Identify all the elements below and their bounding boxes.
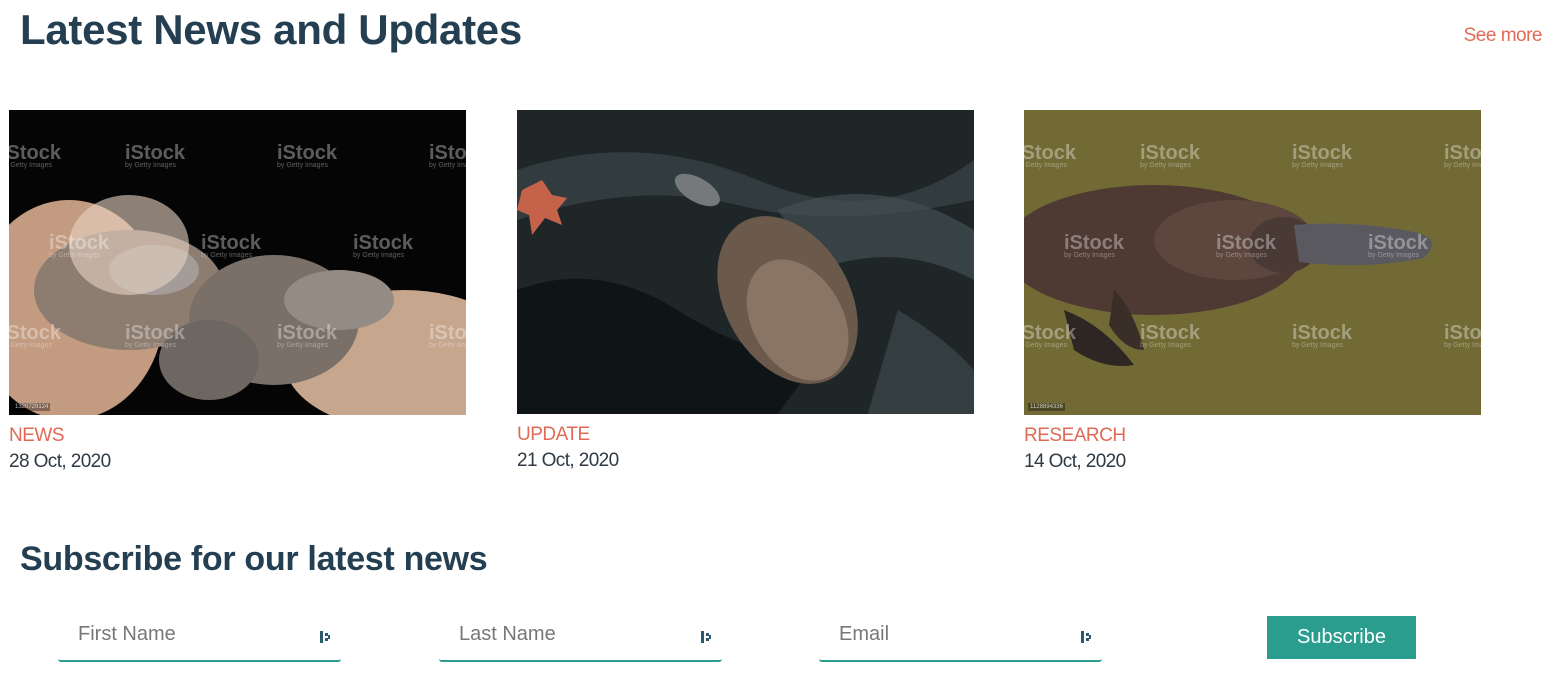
watermark: iStockby Getty Images (1024, 322, 1077, 349)
watermark: iStockby Getty Images (429, 142, 466, 169)
first-name-input[interactable] (58, 612, 341, 660)
news-card-date: 28 Oct, 2020 (9, 451, 111, 472)
news-card-category[interactable]: NEWS (9, 425, 466, 447)
email-input[interactable] (819, 612, 1102, 660)
subscribe-section-title: Subscribe for our latest news (20, 540, 488, 578)
watermark: iStockby Getty Images (1024, 142, 1077, 169)
news-card-category[interactable]: RESEARCH (1024, 425, 1481, 447)
news-section-title: Latest News and Updates (20, 6, 522, 53)
watermark: iStockby Getty Images (1064, 232, 1125, 259)
password-key-icon[interactable] (700, 630, 712, 644)
news-card[interactable]: iStockby Getty Images iStockby Getty Ima… (1024, 110, 1481, 473)
watermark: iStockby Getty Images (125, 142, 186, 169)
watermark: iStockby Getty Images (9, 322, 62, 349)
email-field (819, 612, 1102, 662)
watermark: iStockby Getty Images (1368, 232, 1429, 259)
watermark: iStockby Getty Images (1140, 322, 1201, 349)
news-card[interactable]: iStockby Getty Images iStockby Getty Ima… (9, 110, 466, 473)
last-name-input[interactable] (439, 612, 722, 660)
password-key-icon[interactable] (319, 630, 331, 644)
watermark: iStockby Getty Images (9, 142, 62, 169)
watermark: iStockby Getty Images (353, 232, 414, 259)
last-name-field (439, 612, 722, 662)
subscribe-button[interactable]: Subscribe (1267, 616, 1416, 659)
first-name-field (58, 612, 341, 662)
password-key-icon[interactable] (1080, 630, 1092, 644)
news-card[interactable]: UPDATE 21 Oct, 2020 (517, 110, 974, 472)
news-card-date: 21 Oct, 2020 (517, 450, 619, 471)
watermark: iStockby Getty Images (201, 232, 262, 259)
watermark: iStockby Getty Images (277, 142, 338, 169)
news-card-date: 14 Oct, 2020 (1024, 451, 1126, 472)
news-card-image[interactable] (517, 110, 974, 414)
stock-image-id: 1128894336 (1028, 403, 1065, 411)
watermark: iStockby Getty Images (125, 322, 186, 349)
stock-image-id: 1320729124 (13, 403, 51, 411)
see-more-link[interactable]: See more (1464, 25, 1543, 47)
news-card-category[interactable]: UPDATE (517, 424, 974, 446)
news-card-image[interactable]: iStockby Getty Images iStockby Getty Ima… (9, 110, 466, 415)
watermark: iStockby Getty Images (1444, 322, 1481, 349)
watermark: iStockby Getty Images (1292, 322, 1353, 349)
watermark: iStockby Getty Images (49, 232, 110, 259)
watermark: iStockby Getty Images (1292, 142, 1353, 169)
watermark: iStockby Getty Images (1140, 142, 1201, 169)
watermark: iStockby Getty Images (1444, 142, 1481, 169)
watermark: iStockby Getty Images (429, 322, 466, 349)
watermark: iStockby Getty Images (277, 322, 338, 349)
news-card-image[interactable]: iStockby Getty Images iStockby Getty Ima… (1024, 110, 1481, 415)
watermark: iStockby Getty Images (1216, 232, 1277, 259)
